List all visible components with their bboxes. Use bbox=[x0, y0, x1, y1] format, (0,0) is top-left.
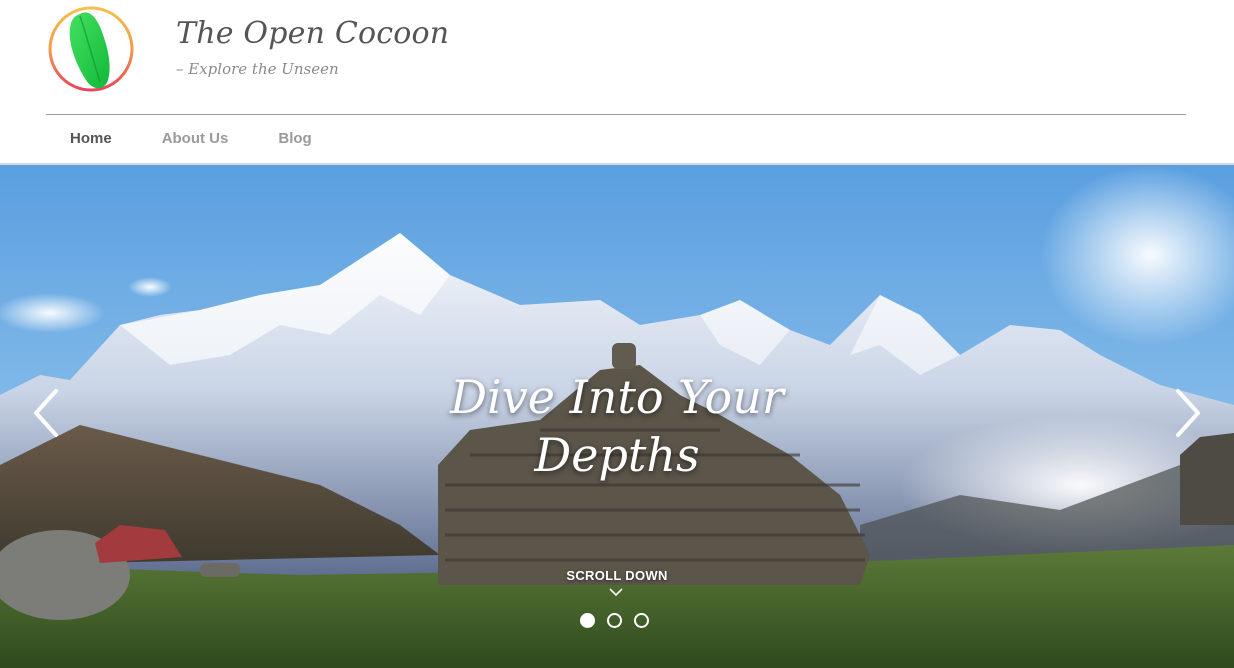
hero-slider: Dive Into Your Depths SCROLL DOWN bbox=[0, 165, 1234, 668]
slider-dot-3[interactable] bbox=[634, 613, 649, 628]
site-header: The Open Cocoon – Explore the Unseen Hom… bbox=[0, 0, 1234, 165]
cocoon-logo-icon[interactable] bbox=[46, 4, 136, 94]
main-nav: Home About Us Blog bbox=[70, 130, 362, 147]
chevron-right-icon[interactable] bbox=[1164, 383, 1208, 443]
hero-headline-line2: Depths bbox=[534, 428, 700, 482]
site-tagline: – Explore the Unseen bbox=[176, 60, 339, 78]
nav-item-home[interactable]: Home bbox=[70, 130, 112, 147]
scroll-down-link[interactable]: SCROLL DOWN bbox=[0, 568, 1234, 583]
hero-headline: Dive Into Your Depths bbox=[0, 368, 1234, 484]
slider-pagination bbox=[580, 613, 649, 628]
nav-item-blog[interactable]: Blog bbox=[278, 130, 311, 147]
hero-headline-line1: Dive Into Your bbox=[450, 370, 784, 424]
header-divider bbox=[46, 114, 1186, 115]
chevron-left-icon[interactable] bbox=[26, 383, 70, 443]
slider-dot-1[interactable] bbox=[580, 613, 595, 628]
nav-item-about-us[interactable]: About Us bbox=[162, 130, 229, 147]
site-title[interactable]: The Open Cocoon bbox=[176, 16, 449, 51]
slider-dot-2[interactable] bbox=[607, 613, 622, 628]
chevron-down-icon[interactable] bbox=[609, 587, 623, 597]
